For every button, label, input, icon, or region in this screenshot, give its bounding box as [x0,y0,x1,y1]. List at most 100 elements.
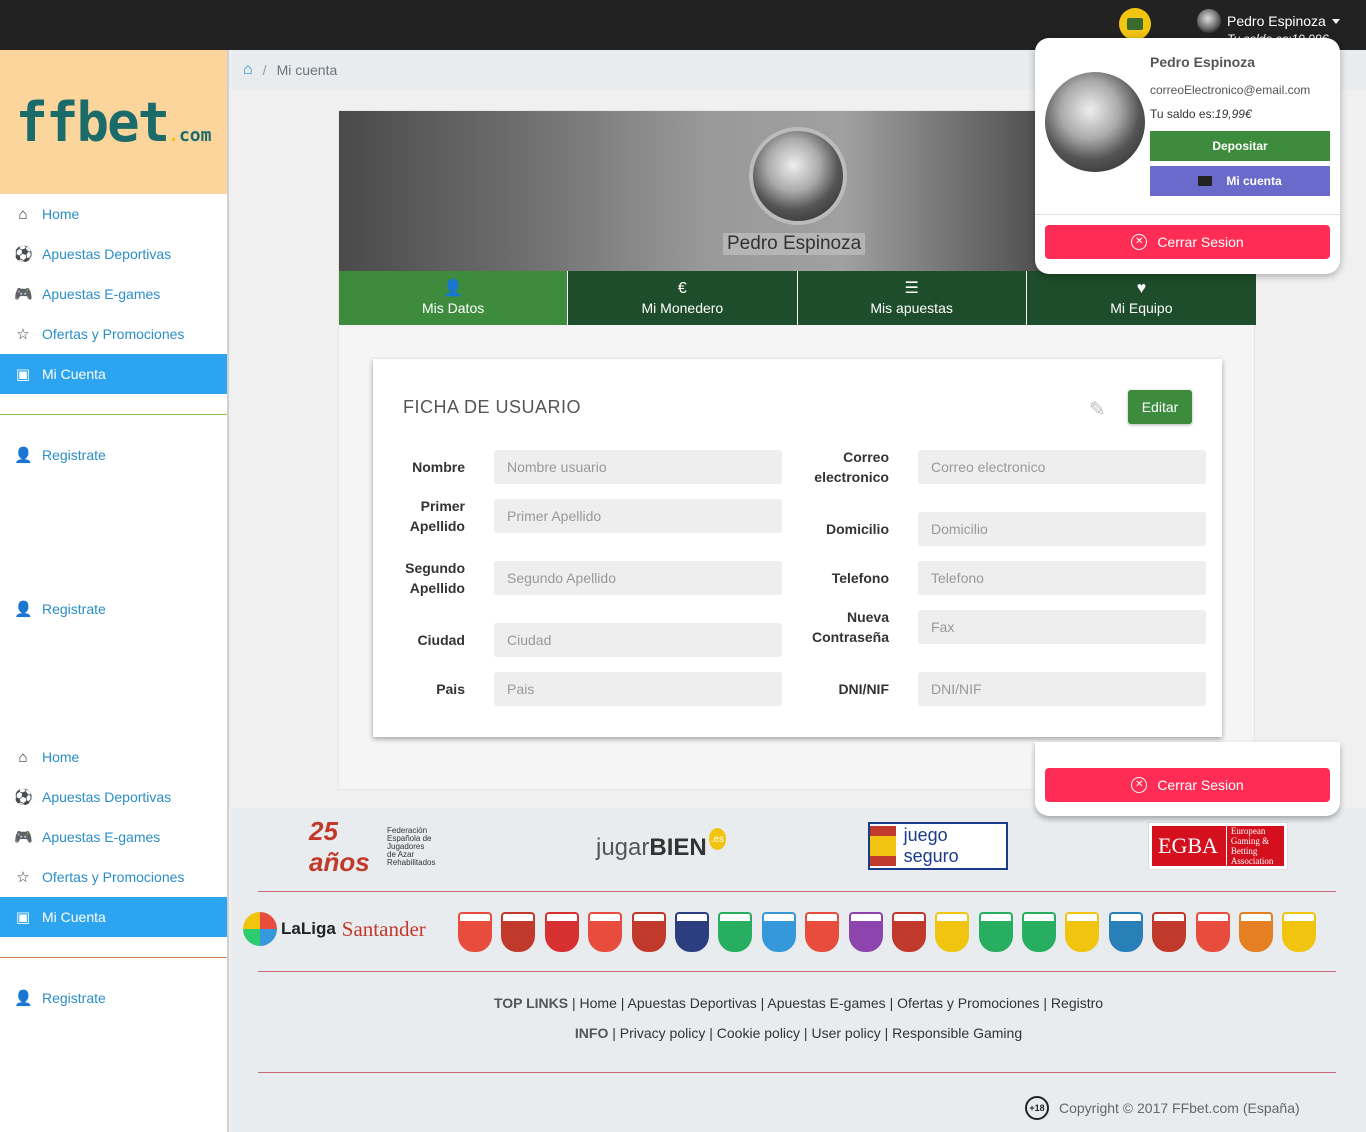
santander-text: Santander [341,916,426,941]
club-crest-icon[interactable] [1152,912,1187,952]
club-crest-icon[interactable] [1108,912,1143,952]
deposit-button[interactable]: Depositar [1150,131,1330,161]
sidebar-item-apuestas-deportivas[interactable]: ⚽ Apuestas Deportivas [0,777,227,817]
my-account-button[interactable]: Mi cuenta [1150,166,1330,196]
popup-email: correoElectronico@email.com [1150,83,1311,97]
edit-button[interactable]: Editar [1128,390,1192,424]
nueva-contraseña-field[interactable] [918,610,1206,644]
field-label: Correo electronico [814,449,889,485]
divider [1035,214,1340,215]
divider [258,1072,1336,1073]
primer-apellido-field[interactable] [494,499,782,533]
footer-link-cookie-policy[interactable]: Cookie policy [717,1025,800,1041]
sidebar-item-home[interactable]: ⌂ Home [0,194,227,234]
footer-link-privacy-policy[interactable]: Privacy policy [620,1025,706,1041]
pais-field[interactable] [494,672,782,706]
nombre-field[interactable] [494,450,782,484]
sidebar-item-registrate[interactable]: 👤 Registrate [0,589,227,629]
club-crest-icon[interactable] [588,912,623,952]
club-crest-icon[interactable] [501,912,536,952]
sidebar-item-apuestas-deportivas[interactable]: ⚽ Apuestas Deportivas [0,234,227,274]
logo-dot: . [168,124,179,146]
dni-nif-field[interactable] [918,672,1206,706]
footer-link-user-policy[interactable]: User policy [811,1025,880,1041]
egba-logo[interactable]: EGBA European Gaming & Betting Associatio… [1148,822,1288,870]
user-outline-icon: 👤 [14,447,33,464]
telefono-field[interactable] [918,561,1206,595]
sidebar-item-registrate[interactable]: 👤 Registrate [0,435,227,475]
sidebar-item-ofertas-y-promociones[interactable]: ☆ Ofertas y Promociones [0,857,227,897]
field-label: DNI/NIF [838,681,889,697]
divider [258,891,1336,892]
logo-suffix: com [178,124,212,146]
sidebar-item-home[interactable]: ⌂ Home [0,737,227,777]
club-crest-icon[interactable] [631,912,666,952]
sidebar-item-label: Apuestas E-games [42,829,161,845]
club-crest-icon[interactable] [1239,912,1274,952]
tab-mi-monedero[interactable]: € Mi Monedero [568,271,798,325]
user-menu-toggle[interactable]: Pedro Espinoza [1197,9,1340,33]
footer-link-apuestas-deportivas[interactable]: Apuestas Deportivas [628,995,757,1011]
logo-brand: ffbet [15,90,171,154]
club-crest-icon[interactable] [978,912,1013,952]
club-crest-icon[interactable] [458,912,492,952]
club-crest-icon[interactable] [718,912,753,952]
club-crest-icon[interactable] [1022,912,1057,952]
club-crest-icon[interactable] [805,912,840,952]
juego-seguro-logo[interactable]: juego seguro [868,822,1008,870]
sidebar-item-registrate[interactable]: 👤 Registrate [0,978,227,1018]
laliga-ball-icon [243,912,277,946]
home-icon[interactable]: ⌂ [243,61,253,79]
sidebar-item-mi-cuenta[interactable]: ▣ Mi Cuenta [0,354,227,394]
correo-electronico-field[interactable] [918,450,1206,484]
links-title: INFO [574,1025,609,1041]
domicilio-field[interactable] [918,512,1206,546]
avatar [1197,9,1221,33]
club-crest-icon[interactable] [761,912,796,952]
links-title: TOP LINKS [493,995,569,1011]
logo[interactable]: ffbet.com [0,50,227,194]
ciudad-field[interactable] [494,623,782,657]
popup-user-name: Pedro Espinoza [1150,54,1256,70]
my-account-label: Mi cuenta [1226,174,1282,188]
tab-mis-apuestas[interactable]: ☰ Mis apuestas [797,271,1027,325]
club-crest-icon[interactable] [1282,912,1317,952]
divider [0,414,227,415]
segundo-apellido-field[interactable] [494,561,782,595]
footer-link-registro[interactable]: Registro [1051,995,1103,1011]
sidebar-item-mi-cuenta[interactable]: ▣ Mi Cuenta [0,897,227,937]
footer-link-apuestas-e-games[interactable]: Apuestas E-games [767,995,885,1011]
sidebar-item-ofertas-y-promociones[interactable]: ☆ Ofertas y Promociones [0,314,227,354]
logout-button[interactable]: ✕ Cerrar Sesion [1045,768,1330,802]
star-icon: ☆ [16,869,30,886]
club-crest-icon[interactable] [848,912,883,952]
club-crest-icon[interactable] [1195,912,1230,952]
footer-link-ofertas-y-promociones[interactable]: Ofertas y Promociones [897,995,1039,1011]
euro-icon: € [677,279,687,297]
jugarbien-logo[interactable]: jugar BIEN .es [596,826,726,870]
spain-flag-icon [870,826,896,866]
club-crest-icon[interactable] [1065,912,1100,952]
club-crest-icon[interactable] [935,912,970,952]
tab-mis-datos[interactable]: 👤 Mis Datos [339,271,569,325]
tab-mi-equipo[interactable]: ♥ Mi Equipo [1026,271,1256,325]
copyright: +18 Copyright © 2017 FFbet.com (España) [1025,1096,1300,1120]
fejar-logo[interactable]: 25 años Federación Española de Jugadores… [309,816,436,877]
user-card: FICHA DE USUARIO ✎ Editar Nombre Primer A… [373,359,1222,737]
sidebar-item-apuestas-e-games[interactable]: 🎮 Apuestas E-games [0,274,227,314]
logout-button[interactable]: ✕ Cerrar Sesion [1045,225,1330,259]
footer-link-responsible-gaming[interactable]: Responsible Gaming [892,1025,1022,1041]
edit-icon[interactable]: ✎ [1089,397,1106,422]
sidebar-item-apuestas-e-games[interactable]: 🎮 Apuestas E-games [0,817,227,857]
sidebar-item-label: Home [42,206,80,222]
club-crest-icon[interactable] [544,912,579,952]
laliga-logo[interactable]: LaLiga Santander [243,912,426,946]
club-crest-icon[interactable] [674,912,709,952]
club-crest-icon[interactable] [891,912,926,952]
id-card-icon: ▣ [15,909,31,926]
field-label: Ciudad [417,632,465,648]
fejar-subtext: Federación Española de Jugadores de Azar… [387,826,436,867]
field-label: Nombre [412,459,465,475]
wallet-icon[interactable] [1119,8,1151,40]
footer-link-home[interactable]: Home [580,995,617,1011]
